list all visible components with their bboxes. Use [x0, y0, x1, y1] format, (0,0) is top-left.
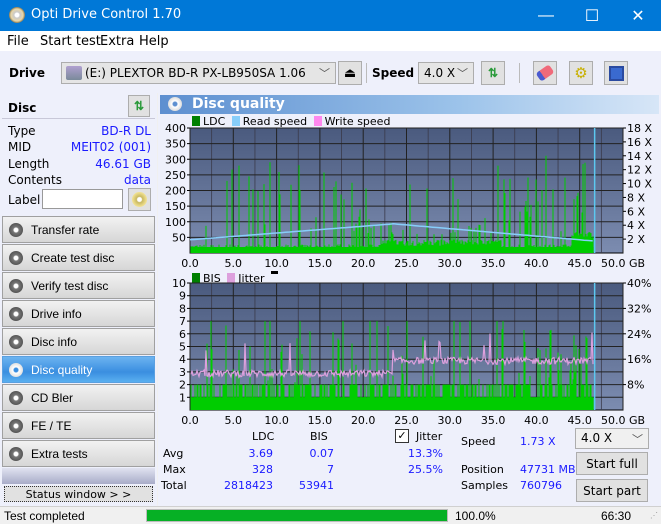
x-tick-label: 50.0 GB	[601, 257, 645, 270]
charts-svg: 501001502002503003504002 X4 X6 X8 X10 X1…	[165, 122, 652, 427]
x-tick-label: 25.0	[394, 257, 419, 270]
y-tick-label: 400	[165, 122, 186, 135]
y-tick-label: 250	[165, 169, 186, 182]
y2-tick-label: 10 X	[627, 178, 652, 191]
chevron-down-icon: ﹀	[632, 433, 643, 446]
stats-max-ldc: 328	[252, 463, 273, 476]
stats-col-bis: BIS	[310, 430, 328, 443]
test-speed-value: 4.0 X	[581, 431, 613, 445]
y-tick-label: 150	[165, 200, 186, 213]
stats-total-label: Total	[161, 479, 187, 492]
y-tick-label: 350	[165, 138, 186, 151]
x-tick-label: 15.0	[308, 257, 333, 270]
stats-avg-jitter: 13.3%	[408, 447, 443, 460]
y2-tick-label: 2 X	[627, 233, 645, 246]
start-full-button[interactable]: Start full	[576, 452, 648, 475]
stats-avg-label: Avg	[163, 447, 184, 460]
stats-avg-bis: 0.07	[309, 447, 335, 460]
samples-label: Samples	[461, 479, 508, 492]
y-tick-label: 8	[179, 302, 186, 315]
progress-bar	[146, 509, 448, 522]
x-tick-label: 5.0	[225, 257, 243, 270]
y2-tick-label: 16%	[627, 353, 651, 366]
x-tick-label: 30.0	[438, 257, 463, 270]
y2-tick-label: 4 X	[627, 219, 645, 232]
y-tick-label: 50	[172, 231, 186, 244]
stats-avg-ldc: 3.69	[248, 447, 274, 460]
y2-tick-label: 32%	[627, 302, 651, 315]
y-tick-label: 9	[179, 290, 186, 303]
test-speed-select[interactable]: 4.0 X ﹀	[575, 428, 649, 449]
y-tick-label: 200	[165, 185, 186, 198]
x-tick-label: 35.0	[481, 257, 506, 270]
x-tick-label: 40.0	[524, 257, 549, 270]
y2-tick-label: 16 X	[627, 136, 652, 149]
y-tick-label: 5	[179, 341, 186, 354]
stats-col-jitter: Jitter	[416, 430, 443, 443]
stats-max-bis: 7	[327, 463, 334, 476]
jitter-checkbox[interactable]: ✓	[395, 429, 409, 443]
status-bar: Test completed 100.0% 66:30 ⋰	[0, 506, 661, 524]
speed-readout-value: 1.73 X	[520, 435, 556, 448]
samples-value: 760796	[520, 479, 562, 492]
x-tick-label: 25.0	[394, 414, 419, 427]
x-tick-label: 0.0	[181, 257, 199, 270]
stats-total-bis: 53941	[299, 479, 334, 492]
x-tick-label: 45.0	[567, 257, 592, 270]
y-tick-label: 6	[179, 328, 186, 341]
x-tick-label: 20.0	[351, 257, 376, 270]
resize-grip-icon[interactable]: ⋰	[650, 511, 658, 520]
y-tick-label: 3	[179, 366, 186, 379]
progress-label: 100.0%	[455, 509, 496, 523]
x-tick-label: 35.0	[481, 414, 506, 427]
stats-total-ldc: 2818423	[224, 479, 273, 492]
y2-tick-label: 18 X	[627, 122, 652, 135]
y-tick-label: 4	[179, 353, 186, 366]
position-label: Position	[461, 463, 504, 476]
x-tick-label: 20.0	[351, 414, 376, 427]
stats-max-jitter: 25.5%	[408, 463, 443, 476]
y2-tick-label: 8 X	[627, 191, 645, 204]
y-tick-label: 300	[165, 153, 186, 166]
y-tick-label: 100	[165, 216, 186, 229]
position-value: 47731 MB	[520, 463, 576, 476]
y-tick-label: 10	[172, 277, 186, 290]
y2-tick-label: 40%	[627, 277, 651, 290]
ldc-base	[191, 247, 594, 253]
speed-readout-label: Speed	[461, 435, 496, 448]
y2-tick-label: 24%	[627, 328, 651, 341]
x-tick-label: 40.0	[524, 414, 549, 427]
y-tick-label: 1	[179, 391, 186, 404]
start-part-button[interactable]: Start part	[576, 479, 648, 502]
stats-col-ldc: LDC	[252, 430, 275, 443]
y2-tick-label: 8%	[627, 379, 644, 392]
x-tick-label: 10.0	[264, 257, 289, 270]
stats-max-label: Max	[163, 463, 186, 476]
elapsed-time: 66:30	[601, 509, 632, 523]
x-tick-label: 0.0	[181, 414, 199, 427]
x-tick-label: 45.0	[567, 414, 592, 427]
x-tick-label: 15.0	[308, 414, 333, 427]
x-tick-label: 30.0	[438, 414, 463, 427]
y2-tick-label: 6 X	[627, 205, 645, 218]
status-text: Test completed	[4, 509, 85, 523]
bis-base	[191, 397, 594, 410]
x-tick-label: 50.0 GB	[601, 414, 645, 427]
y2-tick-label: 14 X	[627, 150, 652, 163]
x-tick-label: 5.0	[225, 414, 243, 427]
y-tick-label: 7	[179, 315, 186, 328]
progress-fill	[147, 510, 447, 521]
x-tick-label: 10.0	[264, 414, 289, 427]
y2-tick-label: 12 X	[627, 164, 652, 177]
y-tick-label: 2	[179, 379, 186, 392]
